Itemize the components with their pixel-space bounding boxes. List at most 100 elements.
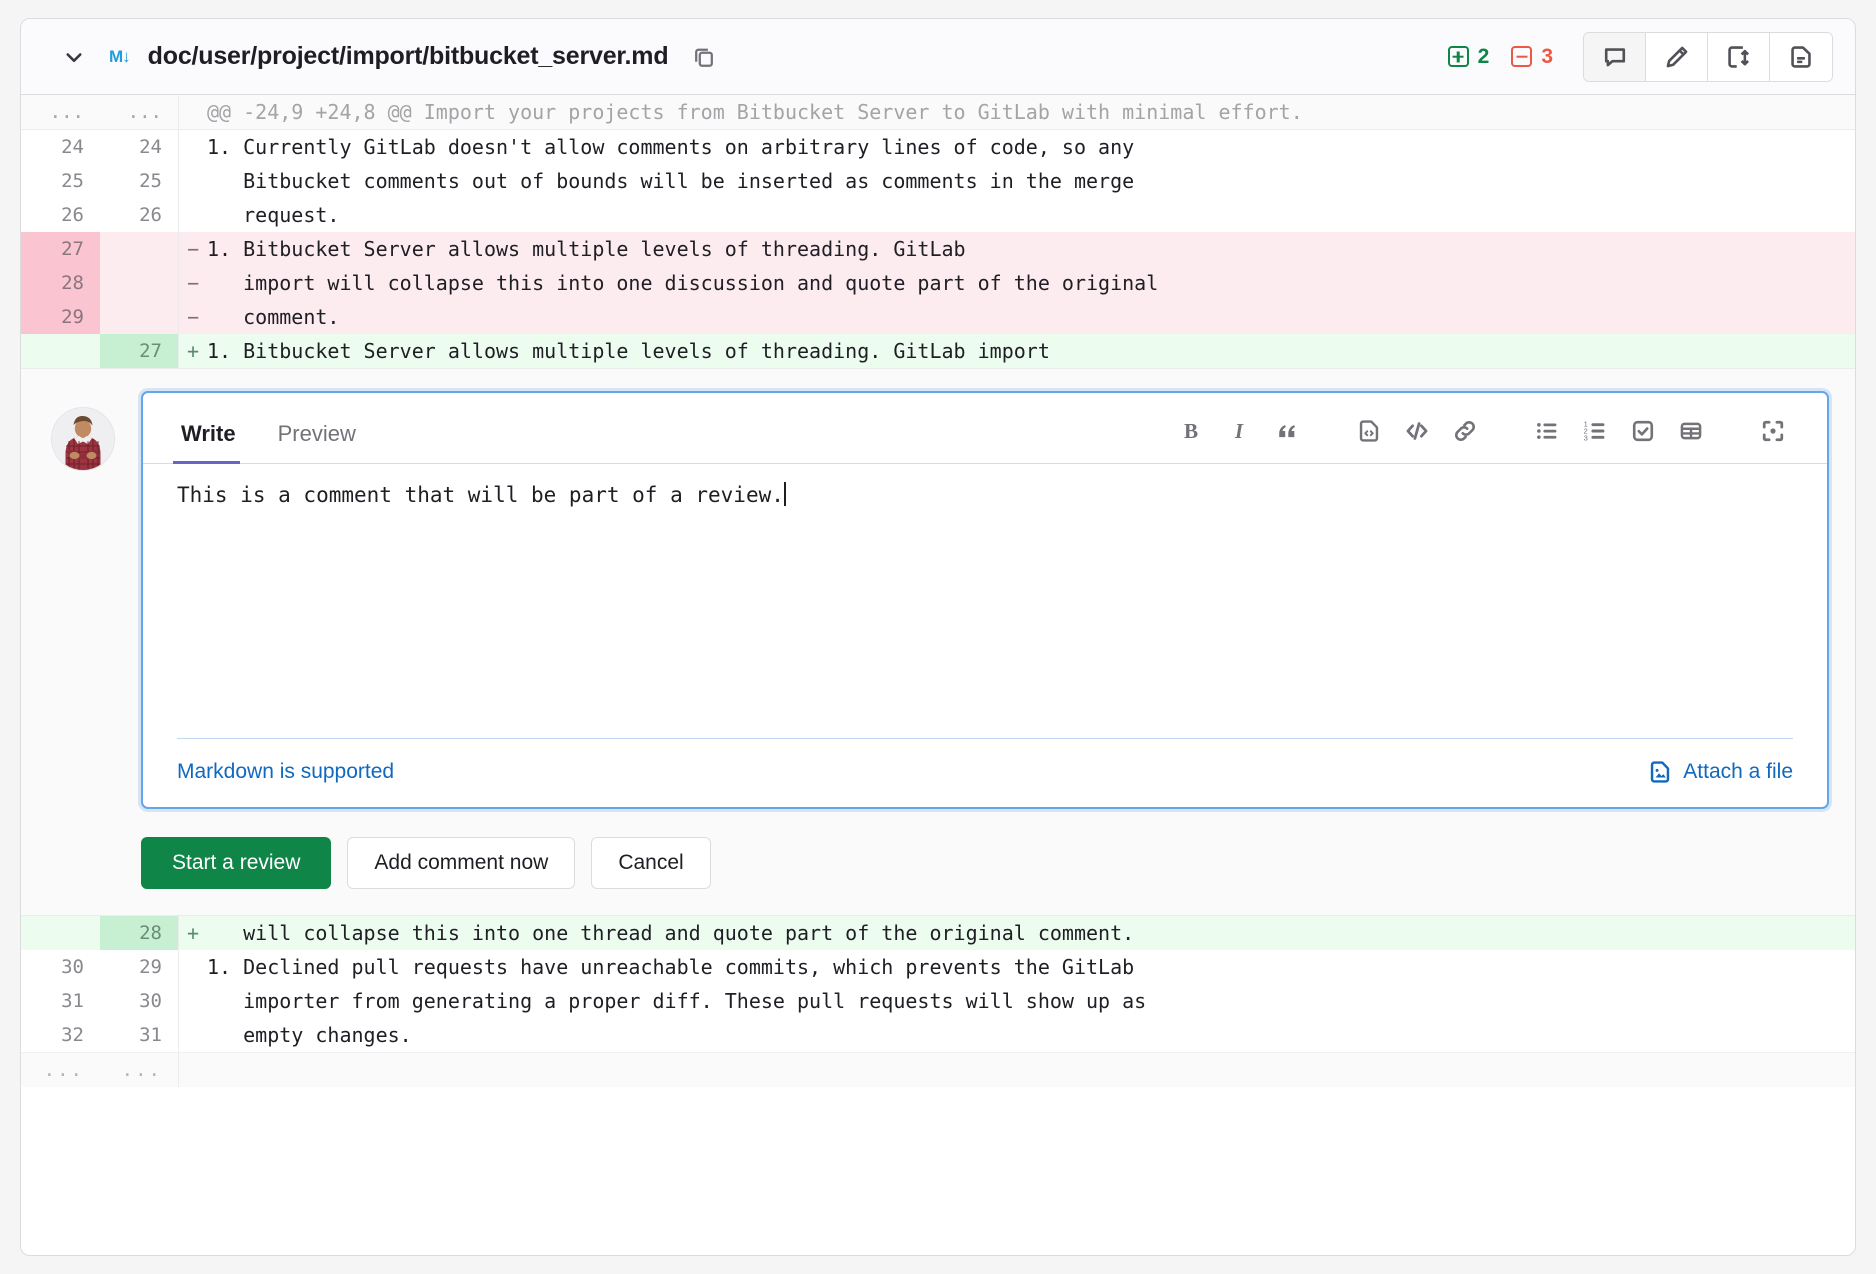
hunk-old-gutter: ... — [49, 101, 84, 123]
add-comment-now-button[interactable]: Add comment now — [347, 837, 576, 889]
cancel-button[interactable]: Cancel — [591, 837, 711, 889]
new-line-number: 28 — [100, 916, 179, 950]
new-line-number: 27 — [100, 334, 179, 368]
old-line-number: 26 — [61, 204, 84, 226]
old-line-number: 30 — [61, 956, 84, 978]
new-line-number — [100, 266, 179, 300]
new-line-number — [100, 300, 179, 334]
diff-line-row[interactable]: 24 24 1. Currently GitLab doesn't allow co… — [21, 130, 1855, 164]
svg-text:B: B — [1184, 419, 1198, 443]
diff-rows-bottom: 28 + will collapse this into one thread a… — [21, 916, 1855, 1052]
diff-line-code: will collapse this into one thread and q… — [207, 921, 1135, 945]
tab-preview[interactable]: Preview — [274, 417, 360, 463]
toggle-file-changes-button[interactable] — [1708, 32, 1770, 81]
old-line-number: 29 — [21, 300, 100, 334]
diff-marker: + — [186, 339, 200, 363]
code-block-icon[interactable] — [1345, 411, 1393, 451]
diff-marker — [179, 1018, 207, 1052]
task-list-icon[interactable] — [1619, 411, 1667, 451]
svg-text:I: I — [1234, 419, 1244, 443]
file-actions-group — [1583, 31, 1833, 82]
editor-toolbar-row: Write Preview B I 1 2 3 — [143, 393, 1827, 464]
diff-line-code: comment. — [207, 305, 340, 329]
diff-line-row[interactable]: 27 −1. Bitbucket Server allows multiple l… — [21, 232, 1855, 266]
old-line-number — [21, 916, 100, 950]
old-line-number: 28 — [21, 266, 100, 300]
start-a-review-button[interactable]: Start a review — [141, 837, 332, 889]
diff-marker — [179, 130, 207, 164]
diff-marker — [179, 164, 207, 198]
comment-on-file-button[interactable] — [1584, 32, 1646, 81]
numbered-list-icon[interactable]: 123 — [1571, 411, 1619, 451]
new-line-number: 30 — [100, 984, 179, 1018]
diff-line-code: 1. Bitbucket Server allows multiple leve… — [207, 237, 966, 261]
file-path-title: doc/user/project/import/bitbucket_server… — [147, 42, 669, 70]
expand-code — [207, 1053, 1855, 1087]
hunk-new-gutter: ... — [100, 95, 179, 129]
diff-body: ... ... @@ -24,9 +24,8 @@ Import your pr… — [21, 95, 1855, 1255]
old-line-number — [21, 334, 100, 368]
comment-textarea[interactable]: This is a comment that will be part of a… — [143, 464, 1827, 714]
view-file-button[interactable] — [1770, 32, 1832, 81]
quote-icon[interactable] — [1263, 411, 1311, 451]
inline-comment-form: Write Preview B I 1 2 3 This is a commen… — [21, 368, 1855, 916]
editor-footer: Markdown is supported Attach a file — [177, 738, 1793, 807]
diff-file-card: M↓ doc/user/project/import/bitbucket_ser… — [20, 18, 1856, 1256]
diff-line-row[interactable]: 27 +1. Bitbucket Server allows multiple l… — [21, 334, 1855, 368]
inline-code-icon[interactable] — [1393, 411, 1441, 451]
diff-expand-row[interactable]: ... ... — [21, 1052, 1855, 1087]
tab-write[interactable]: Write — [173, 417, 240, 464]
comment-editor: Write Preview B I 1 2 3 This is a commen… — [141, 391, 1829, 809]
diff-line-row[interactable]: 28 − import will collapse this into one d… — [21, 266, 1855, 300]
edit-file-button[interactable] — [1646, 32, 1708, 81]
diff-line-code: 1. Currently GitLab doesn't allow commen… — [207, 135, 1135, 159]
table-icon[interactable] — [1667, 411, 1715, 451]
markdown-supported-link[interactable]: Markdown is supported — [177, 760, 394, 784]
diff-line-row[interactable]: 30 29 1. Declined pull requests have unrea… — [21, 950, 1855, 984]
fullscreen-icon[interactable] — [1749, 411, 1797, 451]
new-line-number: 24 — [100, 130, 179, 164]
diff-line-code: 1. Bitbucket Server allows multiple leve… — [207, 339, 1050, 363]
comment-form-column: Write Preview B I 1 2 3 This is a commen… — [141, 391, 1829, 889]
bullet-list-icon[interactable] — [1523, 411, 1571, 451]
comment-text: This is a comment that will be part of a… — [177, 483, 784, 507]
collapse-chevron-down-icon[interactable] — [61, 44, 87, 70]
deletions-badge: 3 — [1511, 45, 1553, 69]
diff-marker: − — [186, 271, 200, 295]
diff-line-code: importer from generating a proper diff. … — [207, 989, 1147, 1013]
comment-actions: Start a review Add comment now Cancel — [141, 837, 1829, 889]
diff-line-row[interactable]: 29 − comment. — [21, 300, 1855, 334]
plus-square-icon — [1447, 46, 1469, 67]
old-line-number: 27 — [21, 232, 100, 266]
new-line-number: 25 — [100, 164, 179, 198]
link-icon[interactable] — [1441, 411, 1489, 451]
diff-line-row[interactable]: 28 + will collapse this into one thread a… — [21, 916, 1855, 950]
expand-new-gutter: ... — [100, 1053, 179, 1087]
diff-marker — [179, 950, 207, 984]
italic-icon[interactable]: I — [1215, 411, 1263, 451]
markdown-toolbar: B I 1 2 3 — [1167, 411, 1797, 463]
hunk-header-text: @@ -24,9 +24,8 @@ Import your projects f… — [207, 100, 1303, 124]
minus-square-icon — [1511, 46, 1533, 67]
new-line-number: 26 — [100, 198, 179, 232]
diff-line-row[interactable]: 31 30 importer from generating a proper d… — [21, 984, 1855, 1018]
svg-text:3: 3 — [1584, 434, 1588, 443]
new-line-number: 29 — [100, 950, 179, 984]
diff-line-row[interactable]: 32 31 empty changes. — [21, 1018, 1855, 1052]
old-line-number: 24 — [61, 136, 84, 158]
diff-line-code: Bitbucket comments out of bounds will be… — [207, 169, 1135, 193]
user-avatar[interactable] — [51, 407, 115, 471]
diff-rows-top: 24 24 1. Currently GitLab doesn't allow co… — [21, 130, 1855, 368]
diff-line-row[interactable]: 26 26 request. — [21, 198, 1855, 232]
diff-marker — [179, 198, 207, 232]
diff-line-code: import will collapse this into one discu… — [207, 271, 1159, 295]
diff-line-code: empty changes. — [207, 1023, 412, 1047]
expand-marker — [179, 1053, 207, 1087]
new-line-number — [100, 232, 179, 266]
diff-line-row[interactable]: 25 25 Bitbucket comments out of bounds wi… — [21, 164, 1855, 198]
bold-icon[interactable]: B — [1167, 411, 1215, 451]
copy-path-icon[interactable] — [690, 43, 718, 71]
new-line-number: 31 — [100, 1018, 179, 1052]
diff-marker: − — [186, 237, 200, 261]
attach-file-button[interactable]: Attach a file — [1647, 759, 1793, 785]
